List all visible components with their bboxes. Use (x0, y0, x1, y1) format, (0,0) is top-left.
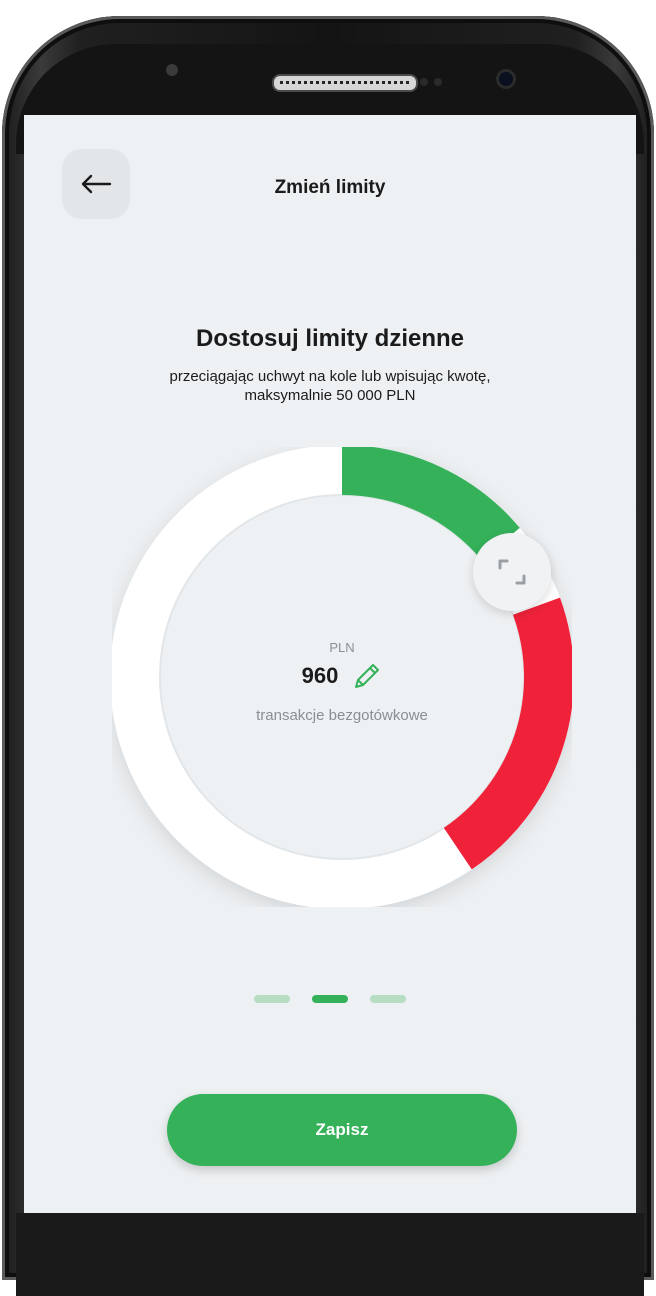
section-heading: Dostosuj limity dzienne (195, 325, 465, 352)
currency-label: PLN (329, 640, 355, 655)
phone-bottom-bezel (16, 1213, 644, 1296)
dial-center: PLN 960 transakcje bezgotówkowe (112, 447, 572, 907)
page-dot[interactable] (370, 995, 406, 1003)
front-camera (499, 72, 513, 86)
page-dot[interactable] (254, 995, 290, 1003)
amount-value[interactable]: 960 (302, 663, 339, 689)
proximity-sensor (166, 64, 178, 76)
light-sensor (434, 78, 442, 86)
page-dot-active[interactable] (312, 995, 348, 1003)
dial-handle[interactable] (473, 533, 551, 611)
save-button[interactable]: Zapisz (167, 1094, 517, 1166)
section-subtitle: przeciągając uchwyt na kole lub wpisując… (169, 368, 491, 404)
page-indicator (24, 995, 636, 1003)
ambient-sensor (420, 78, 428, 86)
page-title: Zmień limity (274, 177, 386, 198)
phone-frame: Zmień limity Dostosuj limity dzienne prz… (2, 16, 654, 1296)
app-screen: Zmień limity Dostosuj limity dzienne prz… (24, 115, 636, 1213)
amount-row: 960 (112, 661, 572, 691)
pencil-icon[interactable] (352, 661, 382, 691)
earpiece-speaker (272, 74, 418, 92)
drag-handle-icon (498, 559, 526, 585)
amount-description: transakcje bezgotówkowe (256, 707, 428, 724)
